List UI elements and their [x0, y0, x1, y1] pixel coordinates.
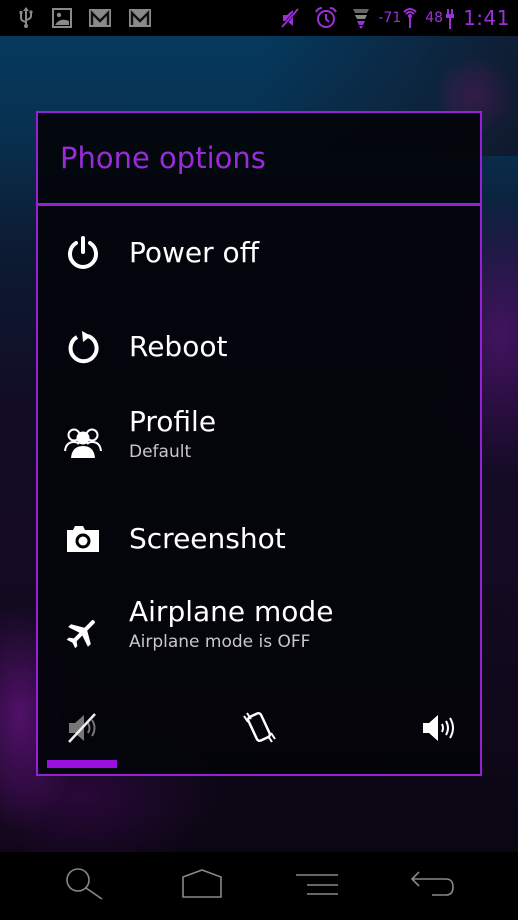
menu-icon	[294, 871, 340, 901]
home-button[interactable]	[177, 868, 227, 904]
signal-strength: -71	[378, 10, 402, 26]
navigation-bar	[0, 852, 518, 920]
option-label: Airplane mode	[129, 595, 334, 628]
option-label: Reboot	[129, 329, 228, 363]
phone-options-dialog: Phone options Power off Reboot Profile D…	[36, 111, 482, 776]
reboot-icon	[64, 328, 102, 366]
airplane-icon	[64, 613, 102, 651]
option-label: Screenshot	[129, 521, 286, 555]
sound-on-icon	[420, 711, 454, 749]
option-sublabel: Airplane mode is OFF	[129, 631, 311, 652]
back-icon	[410, 870, 456, 902]
gmail-icon	[88, 8, 112, 28]
option-screenshot[interactable]: Screenshot	[38, 497, 480, 581]
usb-icon	[18, 7, 34, 29]
selected-mode-indicator	[47, 760, 117, 768]
option-airplane-mode[interactable]: Airplane mode Airplane mode is OFF	[38, 587, 480, 677]
option-profile[interactable]: Profile Default	[38, 397, 480, 487]
gmail-icon	[128, 8, 152, 28]
profile-icon	[64, 423, 102, 461]
vibrate-icon	[241, 709, 277, 751]
home-icon	[181, 869, 223, 903]
option-sublabel: Default	[129, 441, 192, 462]
sound-mode-vibrate[interactable]	[224, 705, 294, 755]
dialog-title: Phone options	[60, 141, 266, 175]
sound-mode-silent[interactable]	[48, 705, 118, 755]
alarm-icon	[314, 6, 338, 30]
signal-icon	[352, 6, 370, 30]
option-reboot[interactable]: Reboot	[38, 305, 480, 389]
wifi-icon	[403, 6, 417, 30]
clock: 1:41	[463, 6, 510, 30]
sound-mode-selector	[38, 705, 480, 775]
dialog-header: Phone options	[38, 113, 480, 206]
status-bar: -71 48 1:41	[0, 0, 518, 36]
option-label: Power off	[129, 235, 259, 269]
power-icon	[64, 234, 102, 272]
image-icon	[52, 8, 72, 28]
sound-mode-sound[interactable]	[402, 705, 472, 755]
search-icon	[64, 867, 106, 905]
search-button[interactable]	[60, 868, 110, 904]
battery-icon	[445, 6, 455, 30]
option-power-off[interactable]: Power off	[38, 211, 480, 295]
sound-off-icon	[66, 711, 100, 749]
back-button[interactable]	[408, 868, 458, 904]
battery-level: 48	[425, 10, 444, 26]
muted-icon	[280, 7, 300, 29]
camera-icon	[64, 520, 102, 558]
option-label: Profile	[129, 405, 217, 438]
menu-button[interactable]	[292, 868, 342, 904]
